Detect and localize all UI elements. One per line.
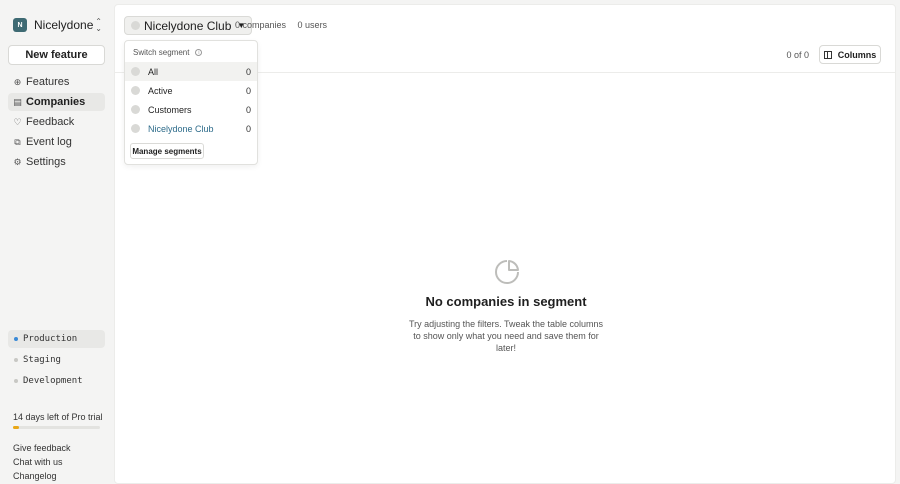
env-label: Development bbox=[23, 376, 83, 386]
changelog-link[interactable]: Changelog bbox=[13, 470, 71, 484]
users-count: 0 users bbox=[297, 20, 328, 30]
manage-segments-button[interactable]: Manage segments bbox=[130, 143, 204, 159]
sidebar-item-feedback[interactable]: ♡ Feedback bbox=[8, 113, 105, 131]
features-icon: ⊕ bbox=[13, 76, 22, 87]
info-icon[interactable]: i bbox=[195, 49, 203, 56]
org-avatar: N bbox=[13, 18, 27, 32]
event-log-icon: ⧉ bbox=[14, 136, 21, 147]
columns-icon bbox=[823, 50, 832, 59]
env-status-dot bbox=[14, 379, 18, 383]
give-feedback-link[interactable]: Give feedback bbox=[13, 442, 71, 456]
segment-option-all[interactable]: All 0 bbox=[125, 62, 257, 81]
empty-state-description: Try adjusting the filters. Tweak the tab… bbox=[408, 319, 604, 353]
trial-progress-fill bbox=[13, 426, 20, 429]
segment-option-count: 0 bbox=[245, 123, 251, 134]
env-development[interactable]: Development bbox=[8, 372, 105, 390]
segment-option-nicelydone-club[interactable]: Nicelydone Club 0 bbox=[125, 119, 257, 138]
sidebar-item-features[interactable]: ⊕ Features bbox=[8, 73, 105, 91]
segment-dot bbox=[131, 86, 140, 95]
segment-dot bbox=[131, 21, 140, 30]
empty-state-title: No companies in segment bbox=[425, 294, 587, 309]
chat-link[interactable]: Chat with us bbox=[13, 456, 71, 470]
chevron-up-down-icon: ⌃ ⌄ bbox=[95, 17, 102, 33]
env-label: Production bbox=[23, 334, 78, 344]
pager: 0 of 0 bbox=[786, 50, 809, 60]
segment-option-active[interactable]: Active 0 bbox=[125, 81, 257, 100]
new-feature-button[interactable]: New feature bbox=[8, 45, 105, 65]
sidebar-item-label: Event log bbox=[26, 136, 72, 148]
env-status-dot bbox=[14, 337, 18, 341]
sidebar-item-label: Companies bbox=[26, 96, 86, 108]
segment-dropdown: Switch segment i All 0 Active 0 Customer… bbox=[124, 40, 258, 165]
environment-list: Production Staging Development bbox=[8, 330, 105, 393]
sidebar-item-label: Features bbox=[26, 76, 70, 88]
segment-dot bbox=[131, 105, 140, 114]
segment-option-count: 0 bbox=[245, 104, 251, 115]
trial-text: 14 days left of Pro trial bbox=[13, 412, 103, 422]
companies-count: 0 companies bbox=[235, 20, 287, 30]
dropdown-header-label: Switch segment bbox=[133, 48, 190, 57]
sidebar-item-event-log[interactable]: ⧉ Event log bbox=[8, 133, 105, 151]
sidebar-item-settings[interactable]: ⚙ Settings bbox=[8, 153, 105, 171]
record-counts: 0 companies 0 users bbox=[235, 20, 336, 30]
sidebar: N Nicelydone ⌃ ⌄ New feature ⊕ Features ▤… bbox=[0, 0, 114, 484]
footer-links: Give feedback Chat with us Changelog bbox=[13, 442, 71, 484]
segment-option-label: All bbox=[148, 66, 159, 77]
segment-dot bbox=[131, 67, 140, 76]
env-status-dot bbox=[14, 358, 18, 362]
org-switcher[interactable]: N Nicelydone ⌃ ⌄ bbox=[13, 17, 108, 33]
segment-selector[interactable]: Nicelydone Club ▼ bbox=[124, 16, 253, 35]
segment-option-label: Active bbox=[148, 85, 173, 96]
segment-option-count: 0 bbox=[245, 85, 251, 96]
sidebar-item-label: Feedback bbox=[26, 116, 75, 128]
trial-progress-bar bbox=[13, 426, 100, 429]
feedback-icon: ♡ bbox=[13, 116, 22, 127]
sidebar-item-label: Settings bbox=[26, 156, 66, 168]
segment-list: All 0 Active 0 Customers 0 Nicelydone Cl… bbox=[125, 62, 257, 138]
main-panel: Nicelydone Club ▼ 0 companies 0 users 0 … bbox=[114, 4, 896, 484]
sidebar-item-companies[interactable]: ▤ Companies bbox=[8, 93, 105, 111]
segment-option-label: Nicelydone Club bbox=[148, 123, 214, 134]
segment-option-customers[interactable]: Customers 0 bbox=[125, 100, 257, 119]
segment-dot bbox=[131, 124, 140, 133]
pie-chart-icon bbox=[494, 259, 520, 285]
segment-label: Nicelydone Club bbox=[144, 18, 232, 33]
segment-option-label: Customers bbox=[148, 104, 192, 115]
dropdown-header: Switch segment i bbox=[133, 48, 203, 57]
org-name: Nicelydone bbox=[34, 18, 94, 32]
sidebar-nav: ⊕ Features ▤ Companies ♡ Feedback ⧉ Even… bbox=[8, 73, 105, 173]
env-production[interactable]: Production bbox=[8, 330, 105, 348]
columns-label: Columns bbox=[837, 49, 877, 60]
segment-option-count: 0 bbox=[245, 66, 251, 77]
companies-icon: ▤ bbox=[13, 96, 22, 107]
env-staging[interactable]: Staging bbox=[8, 351, 105, 369]
columns-button[interactable]: Columns bbox=[819, 45, 881, 64]
env-label: Staging bbox=[23, 355, 61, 365]
settings-icon: ⚙ bbox=[13, 156, 22, 167]
